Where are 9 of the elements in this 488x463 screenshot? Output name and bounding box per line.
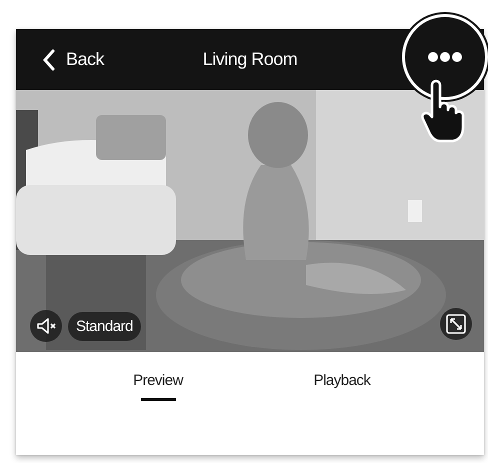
expand-icon <box>445 313 467 335</box>
tab[interactable]: Preview <box>98 372 218 404</box>
screen-title: Living Room <box>202 49 298 70</box>
chevron-left-icon <box>42 48 56 70</box>
hand-cursor-icon <box>420 79 466 143</box>
ellipsis-icon <box>428 52 462 62</box>
back-button[interactable]: Back <box>38 42 108 76</box>
tab[interactable]: Playback <box>282 372 402 404</box>
quality-button[interactable]: Standard <box>68 312 141 340</box>
